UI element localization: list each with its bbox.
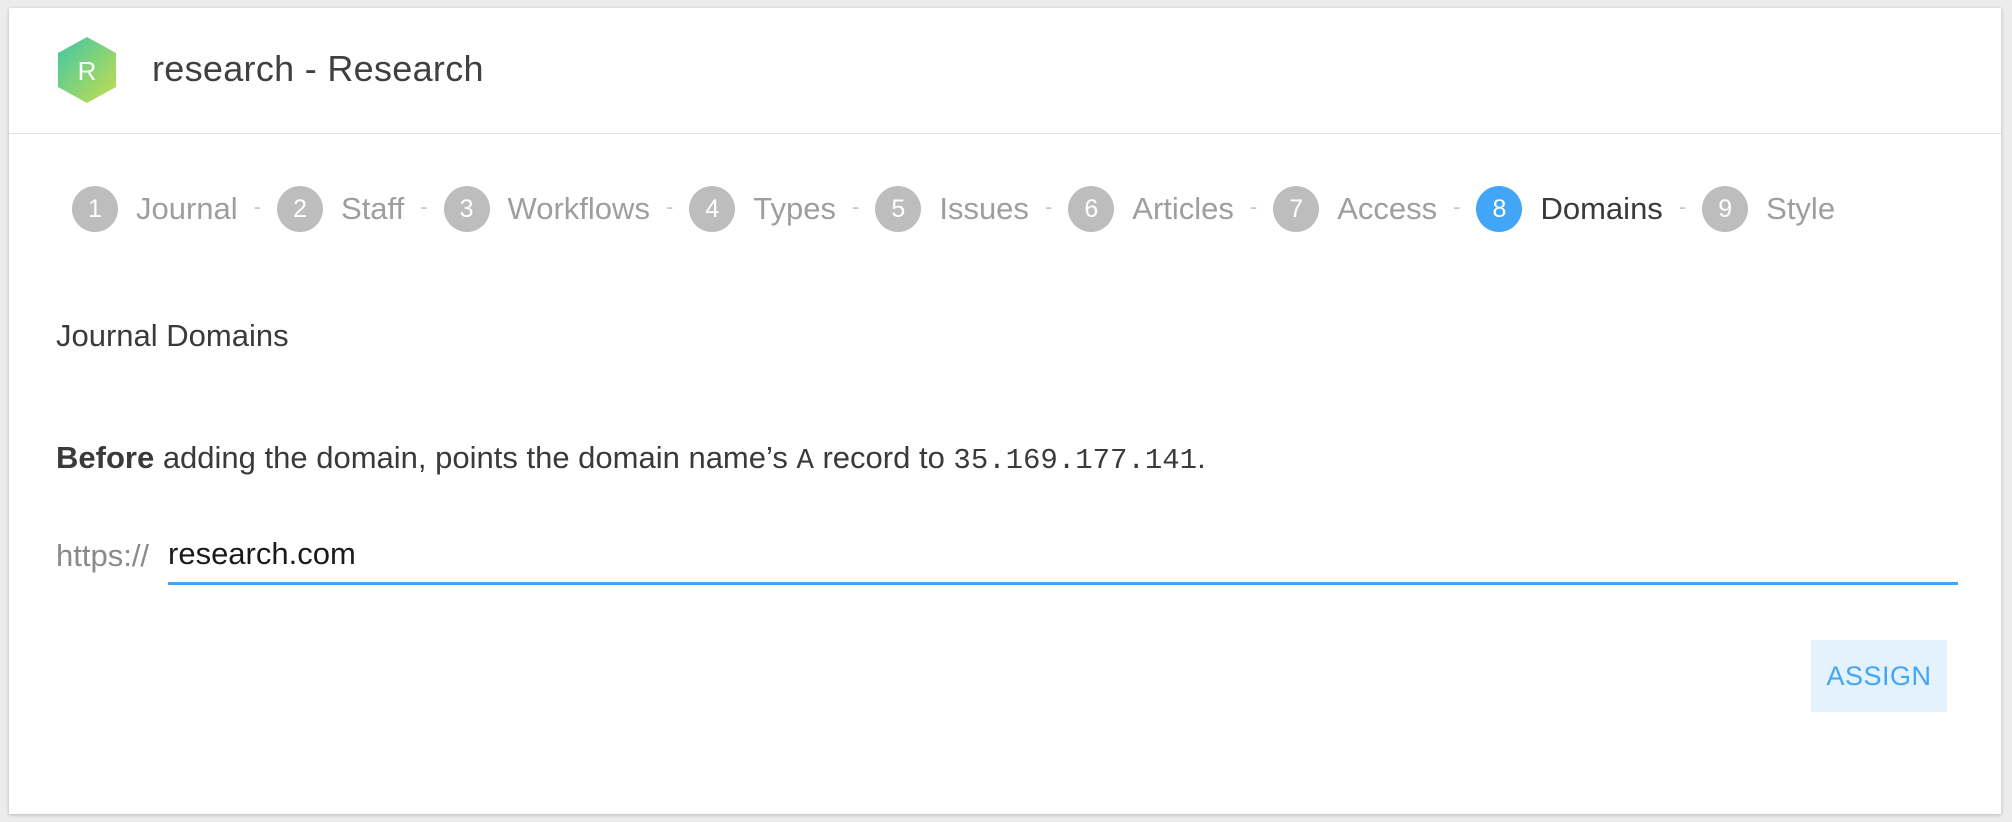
setup-card: R research - Research 1 Journal -2 Staff -3 W… (9, 8, 2001, 814)
step-number-badge: 1 (72, 186, 118, 232)
step-staff[interactable]: 2 Staff (277, 186, 404, 232)
svg-text:R: R (78, 56, 97, 86)
step-label: Style (1766, 191, 1836, 226)
section-title: Journal Domains (56, 318, 289, 353)
assign-button[interactable]: ASSIGN (1811, 640, 1947, 712)
step-journal[interactable]: 1 Journal (72, 186, 238, 232)
step-separator: - (665, 194, 674, 219)
step-articles[interactable]: 6 Articles (1068, 186, 1234, 232)
step-separator: - (852, 194, 860, 219)
step-number-badge: 3 (443, 186, 490, 232)
step-style[interactable]: 9 Style (1702, 186, 1835, 232)
step-workflows[interactable]: 3 Workflows (443, 186, 650, 232)
step-label: Types (753, 191, 836, 226)
setup-stepper: 1 Journal -2 Staff -3 Workflows -4 Types -5 Issue… (72, 186, 1835, 232)
app-title: research - Research (152, 48, 484, 89)
step-separator: - (253, 194, 262, 219)
step-number-badge: 7 (1273, 186, 1320, 232)
step-issues[interactable]: 5 Issues (875, 186, 1029, 232)
step-label: Journal (136, 191, 238, 226)
step-domains[interactable]: 8 Domains (1476, 186, 1663, 232)
step-label: Domains (1540, 191, 1663, 226)
domain-input[interactable] (168, 528, 1958, 585)
step-separator: - (1044, 194, 1053, 219)
step-types[interactable]: 4 Types (689, 186, 836, 232)
step-label: Workflows (507, 191, 650, 226)
step-label: Articles (1132, 191, 1234, 226)
instruction-bold: Before (56, 440, 155, 475)
step-separator: - (420, 194, 428, 219)
ip-address: 35.169.177.141 (953, 444, 1198, 477)
instruction-text: record to (813, 440, 954, 475)
step-number-badge: 8 (1476, 186, 1523, 232)
journal-logo-icon: R (58, 37, 116, 103)
step-separator: - (1249, 194, 1258, 219)
step-label: Access (1337, 191, 1438, 226)
dns-instruction: Before adding the domain, points the dom… (56, 440, 1206, 477)
instruction-text: adding the domain, points the domain nam… (154, 440, 797, 475)
step-separator: - (1453, 194, 1461, 219)
record-type: A (796, 444, 814, 477)
url-prefix: https:// (56, 538, 150, 573)
step-separator: - (1678, 194, 1687, 219)
step-label: Issues (939, 191, 1029, 226)
step-number-badge: 2 (277, 186, 324, 232)
step-number-badge: 9 (1702, 186, 1749, 232)
step-access[interactable]: 7 Access (1273, 186, 1437, 232)
instruction-text: . (1197, 440, 1206, 475)
app-header: R research - Research (9, 8, 2001, 134)
step-number-badge: 6 (1068, 186, 1115, 232)
step-label: Staff (341, 191, 405, 226)
step-number-badge: 4 (689, 186, 736, 232)
step-number-badge: 5 (875, 186, 922, 232)
